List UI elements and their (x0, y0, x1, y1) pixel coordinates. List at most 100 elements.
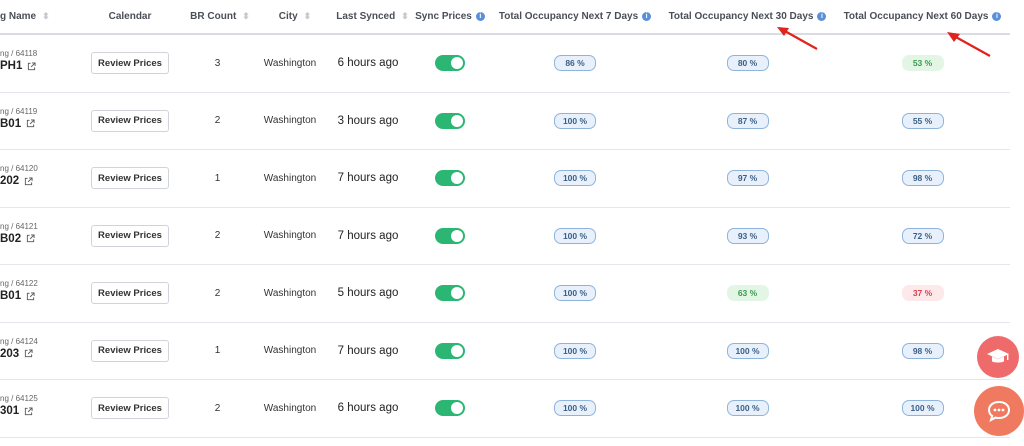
info-icon[interactable]: i (992, 12, 1002, 21)
info-icon[interactable]: i (475, 12, 485, 21)
br-count-cell: 2 (214, 230, 221, 241)
listing-name-link[interactable]: B01 (0, 118, 37, 130)
info-icon[interactable]: i (642, 12, 652, 21)
listing-name-link[interactable]: B01 (0, 290, 38, 302)
occupancy-badge: 100 % (726, 400, 769, 416)
external-link-icon[interactable] (26, 234, 35, 243)
listing-name-link[interactable]: B02 (0, 233, 38, 245)
external-link-icon[interactable] (27, 61, 36, 71)
sort-icon[interactable]: ⬍ (42, 12, 50, 21)
table-row: ng / 64119 B01 Review Prices 2 Washingto… (0, 93, 1010, 150)
occ7-cell: 100 % (490, 323, 660, 379)
sync-prices-toggle[interactable] (435, 112, 465, 129)
occupancy-badge: 80 % (726, 55, 769, 71)
last-synced-cell: 7 hours ago (337, 229, 399, 242)
review-prices-button[interactable]: Review Prices (91, 109, 169, 132)
sync-prices-toggle[interactable] (435, 55, 465, 71)
col-br-count-header[interactable]: BR Count ⬍ (180, 0, 260, 33)
calendar-cell: Review Prices (80, 35, 180, 91)
occupancy-badge: 100 % (554, 170, 596, 186)
listing-name-link[interactable]: PH1 (0, 60, 37, 72)
col-city-label: City (278, 11, 298, 22)
table-row: ng / 64120 202 Review Prices 1 Washingto… (0, 150, 1010, 208)
table-body: ng / 64118 PH1 Review Prices 3 Washingto… (0, 35, 1010, 438)
col-name-header[interactable]: g Name ⬍ (0, 0, 60, 33)
listing-name: PH1 (0, 60, 23, 72)
last-synced-cell: 6 hours ago (337, 402, 399, 414)
col-br-count-label: BR Count (190, 11, 237, 22)
col-occ7-label: Total Occupancy Next 7 Days (498, 11, 639, 22)
occupancy-badge: 97 % (726, 170, 769, 186)
academy-fab[interactable] (977, 336, 1019, 378)
col-sync-prices-label: Sync Prices (415, 11, 472, 22)
occ7-cell: 100 % (490, 93, 660, 149)
listing-name-link[interactable]: 203 (0, 348, 38, 360)
col-occ60-label: Total Occupancy Next 60 Days (843, 11, 989, 22)
chat-fab[interactable] (974, 386, 1024, 436)
occ7-cell: 100 % (490, 150, 660, 206)
sync-prices-toggle[interactable] (435, 400, 465, 416)
sort-icon[interactable]: ⬍ (401, 12, 409, 21)
listing-name-link[interactable]: 301 (0, 405, 38, 417)
annotation-arrow (777, 27, 818, 50)
table-header: g Name ⬍ Calendar BR Count ⬍ City ⬍ Last… (0, 0, 1010, 35)
sync-prices-cell (410, 35, 490, 91)
occupancy-badge: 100 % (554, 227, 596, 244)
sort-icon[interactable]: ⬍ (304, 12, 312, 21)
last-synced-cell: 6 hours ago (337, 57, 399, 69)
city-cell: Washington (263, 115, 317, 126)
calendar-cell: Review Prices (80, 265, 180, 321)
sync-prices-toggle[interactable] (435, 342, 465, 359)
sync-prices-toggle[interactable] (435, 170, 465, 186)
occupancy-badge: 55 % (901, 112, 944, 129)
review-prices-button[interactable]: Review Prices (91, 52, 169, 74)
calendar-cell: Review Prices (80, 380, 180, 436)
calendar-cell: Review Prices (80, 150, 180, 206)
last-synced-cell: 7 hours ago (337, 344, 399, 357)
occ60-cell: 98 % (835, 150, 1010, 206)
occupancy-badge: 100 % (726, 342, 769, 359)
listing-id: ng / 64120 (0, 164, 38, 173)
listing-name: 203 (0, 347, 20, 360)
occupancy-badge: 100 % (554, 400, 596, 416)
listing-name-cell: ng / 64120 202 (0, 164, 38, 187)
occupancy-badge: 63 % (726, 285, 769, 301)
table-row: ng / 64125 301 Review Prices 2 Washingto… (0, 380, 1010, 438)
city-cell: Washington (263, 57, 317, 69)
external-link-icon[interactable] (26, 119, 35, 128)
listing-name-cell: ng / 64122 B01 (0, 279, 38, 302)
review-prices-button[interactable]: Review Prices (91, 397, 169, 419)
sync-prices-toggle[interactable] (435, 227, 465, 244)
occupancy-badge: 98 % (901, 170, 944, 186)
listing-name-cell: ng / 64119 B01 (0, 107, 37, 130)
listing-name-link[interactable]: 202 (0, 175, 38, 187)
occupancy-badge: 72 % (901, 227, 944, 244)
chat-icon (987, 400, 1011, 422)
external-link-icon[interactable] (24, 349, 33, 358)
col-city-header[interactable]: City ⬍ (255, 0, 335, 33)
table-row: ng / 64118 PH1 Review Prices 3 Washingto… (0, 35, 1010, 93)
table-row: ng / 64124 203 Review Prices 1 Washingto… (0, 323, 1010, 380)
occ30-cell: 100 % (660, 323, 835, 379)
occupancy-badge: 37 % (901, 285, 944, 301)
calendar-cell: Review Prices (80, 208, 180, 264)
external-link-icon[interactable] (26, 291, 35, 301)
external-link-icon[interactable] (24, 176, 33, 186)
col-occ30-label: Total Occupancy Next 30 Days (668, 11, 814, 22)
external-link-icon[interactable] (24, 406, 33, 416)
occ30-cell: 63 % (660, 265, 835, 321)
sort-icon[interactable]: ⬍ (242, 12, 250, 21)
sync-prices-cell (410, 150, 490, 206)
review-prices-button[interactable]: Review Prices (91, 224, 169, 247)
last-synced-cell: 3 hours ago (337, 114, 399, 127)
review-prices-button[interactable]: Review Prices (91, 167, 169, 189)
occ7-cell: 100 % (490, 265, 660, 321)
listing-id: ng / 64125 (0, 394, 38, 403)
col-last-synced-header[interactable]: Last Synced ⬍ (325, 0, 420, 33)
sync-prices-toggle[interactable] (435, 285, 465, 301)
info-icon[interactable]: i (817, 12, 827, 21)
review-prices-button[interactable]: Review Prices (91, 339, 169, 362)
review-prices-button[interactable]: Review Prices (91, 282, 169, 304)
occupancy-badge: 100 % (554, 285, 596, 301)
occ30-cell: 97 % (660, 150, 835, 206)
